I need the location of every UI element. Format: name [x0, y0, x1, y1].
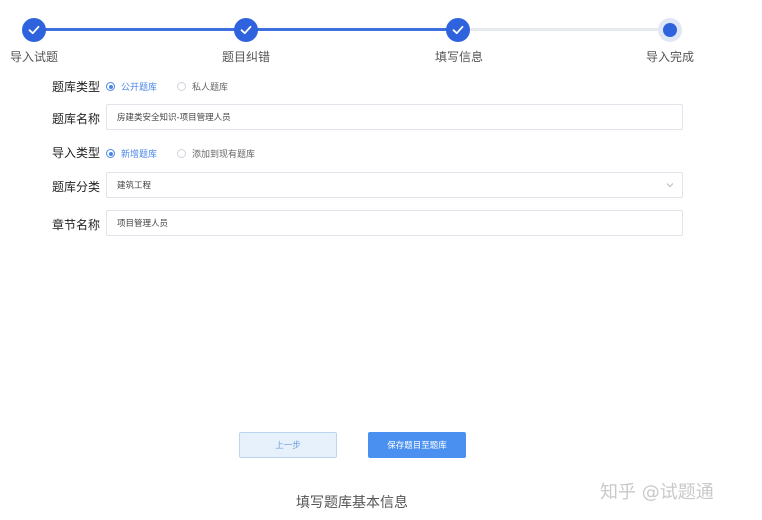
bank-name-input[interactable]: 房建类安全知识-项目管理人员: [106, 104, 683, 130]
bank-type-label: 题库类型: [52, 80, 101, 94]
bank-type-radio-group: 公开题库 私人题库: [106, 80, 248, 93]
bank-type-row: 题库类型 公开题库 私人题库: [0, 76, 762, 94]
step-3-label: 填写信息: [435, 50, 484, 64]
step-2-label: 题目纠错: [222, 50, 271, 64]
step-2-check-icon: [234, 18, 258, 42]
radio-new-bank[interactable]: 新增题库: [106, 147, 157, 160]
bank-category-label: 题库分类: [52, 180, 101, 194]
step-3-check-icon: [446, 18, 470, 42]
step-1-check-icon: [22, 18, 46, 42]
radio-private-bank-label: 私人题库: [192, 83, 229, 93]
radio-public-bank-label: 公开题库: [121, 83, 158, 93]
chevron-down-icon[interactable]: [666, 181, 674, 189]
radio-checked-icon[interactable]: [106, 82, 115, 91]
step-1-label: 导入试题: [10, 50, 59, 64]
stepper-line-pending: [460, 28, 670, 31]
image-caption: 填写题库基本信息: [296, 495, 408, 511]
step-4-current-dot-icon: [658, 18, 682, 42]
bank-category-select[interactable]: 建筑工程: [106, 172, 683, 198]
radio-add-existing-bank-label: 添加到现有题库: [192, 150, 256, 160]
chapter-name-label: 章节名称: [52, 218, 101, 232]
bank-category-value: 建筑工程: [117, 181, 152, 191]
import-type-label: 导入类型: [52, 146, 101, 160]
chapter-name-input[interactable]: 项目管理人员: [106, 210, 683, 236]
progress-stepper: 导入试题 题目纠错 填写信息 导入完成: [0, 0, 762, 70]
chapter-name-row: 章节名称 项目管理人员: [0, 210, 762, 238]
bank-name-label: 题库名称: [52, 112, 101, 126]
radio-new-bank-label: 新增题库: [121, 150, 158, 160]
import-type-row: 导入类型 新增题库 添加到现有题库: [0, 144, 762, 162]
radio-unchecked-icon[interactable]: [177, 82, 187, 91]
radio-private-bank[interactable]: 私人题库: [177, 80, 228, 93]
radio-unchecked-icon[interactable]: [177, 149, 187, 158]
prev-step-button[interactable]: 上一步: [239, 432, 337, 458]
watermark: 知乎 @试题通: [600, 482, 714, 503]
bank-category-row: 题库分类 建筑工程: [0, 172, 762, 200]
radio-add-existing-bank[interactable]: 添加到现有题库: [177, 147, 255, 160]
import-type-radio-group: 新增题库 添加到现有题库: [106, 147, 275, 160]
bank-name-row: 题库名称 房建类安全知识-项目管理人员: [0, 104, 762, 132]
save-to-bank-button[interactable]: 保存题目至题库: [368, 432, 466, 458]
radio-checked-icon[interactable]: [106, 149, 115, 158]
step-4-label: 导入完成: [646, 50, 695, 64]
radio-public-bank[interactable]: 公开题库: [106, 80, 157, 93]
